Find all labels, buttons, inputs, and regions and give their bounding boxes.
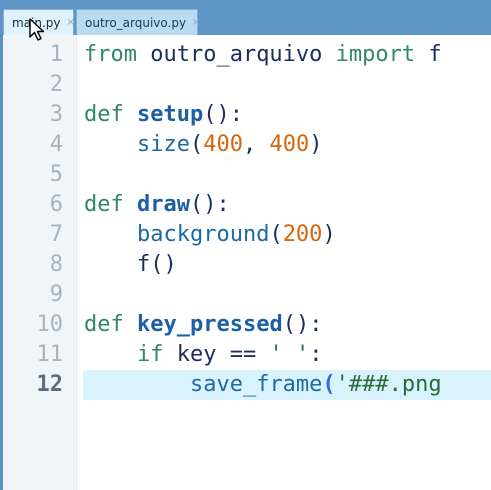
code-text: from outro_arquivo import f [84,40,442,70]
code-token: background [136,222,270,247]
code-text: save_frame('###.png [84,370,442,400]
code-text: background(200) [84,220,336,250]
code-token: save_frame [189,372,323,397]
code-token: outro_arquivo [136,42,336,67]
code-line[interactable]: 5 [3,160,491,190]
line-number: 10 [36,312,64,337]
code-text: def draw(): [84,190,230,220]
code-token: (): [189,192,230,217]
code-token: import [335,42,416,67]
close-icon[interactable]: × [192,17,200,28]
code-token: def [84,312,124,337]
line-number: 7 [49,222,63,247]
code-token: '###.png [335,372,442,397]
code-text: size(400, 400) [84,130,322,160]
line-number: 4 [49,132,63,157]
code-token: : [309,342,323,367]
code-token: draw [137,192,190,217]
code-text: f() [84,250,177,280]
line-number: 6 [49,192,63,217]
line-number: 8 [49,252,63,277]
code-text: def key_pressed(): [84,310,322,340]
code-token: , [242,132,270,157]
code-token: from [84,42,137,67]
code-token: 400 [203,132,243,157]
tab-outro-arquivo-py[interactable]: outro_arquivo.py × [76,9,200,35]
code-line[interactable]: 8 f() [3,250,491,280]
code-token: ) [322,222,336,247]
code-token: size [136,132,190,157]
code-token: ( [269,222,283,247]
code-line[interactable]: 11 if key == ' ': [3,340,491,370]
code-token: f [415,42,442,67]
code-token: setup [137,102,204,127]
code-token: ( [189,132,204,157]
code-text: if key == ' ': [84,340,322,370]
code-line[interactable]: 7 background(200) [3,220,491,250]
code-line[interactable]: 6 def draw(): [3,190,491,220]
code-token: (): [203,102,243,127]
code-line[interactable]: 3 def setup(): [3,100,491,130]
code-token: key_pressed [137,312,283,337]
code-token: f() [136,252,177,277]
tab-label: outro_arquivo.py [85,15,187,30]
code-token: ' ' [269,342,310,367]
code-token: ( [322,372,336,397]
tab-bar: main.py × outro_arquivo.py × [0,0,491,36]
line-number: 1 [49,42,63,67]
code-line[interactable]: 4 size(400, 400) [3,130,491,160]
code-editor[interactable]: 1 from outro_arquivo import f 2 3 def setup(… [3,35,491,490]
code-line[interactable]: 1 from outro_arquivo import f [3,40,491,70]
line-number: 12 [36,372,64,397]
code-text: def setup(): [84,100,243,130]
code-token: if [136,342,164,367]
line-number: 9 [49,282,63,307]
code-line[interactable]: 10 def key_pressed(): [3,310,491,340]
code-token: (): [282,312,323,337]
code-token: ) [309,132,323,157]
mouse-pointer-icon [29,18,45,41]
code-line[interactable]: 12 save_frame('###.png [3,370,491,400]
line-number: 3 [49,102,63,127]
code-token: 400 [269,132,310,157]
code-token: 200 [282,222,323,247]
code-line[interactable]: 9 [3,280,491,310]
line-number: 11 [36,342,64,367]
close-icon[interactable]: × [67,17,75,28]
code-line[interactable]: 2 [3,70,491,100]
line-number: 5 [49,162,63,187]
line-number: 2 [49,72,63,97]
code-token: def [84,102,124,127]
code-token: key == [163,342,270,367]
code-token: def [84,192,124,217]
